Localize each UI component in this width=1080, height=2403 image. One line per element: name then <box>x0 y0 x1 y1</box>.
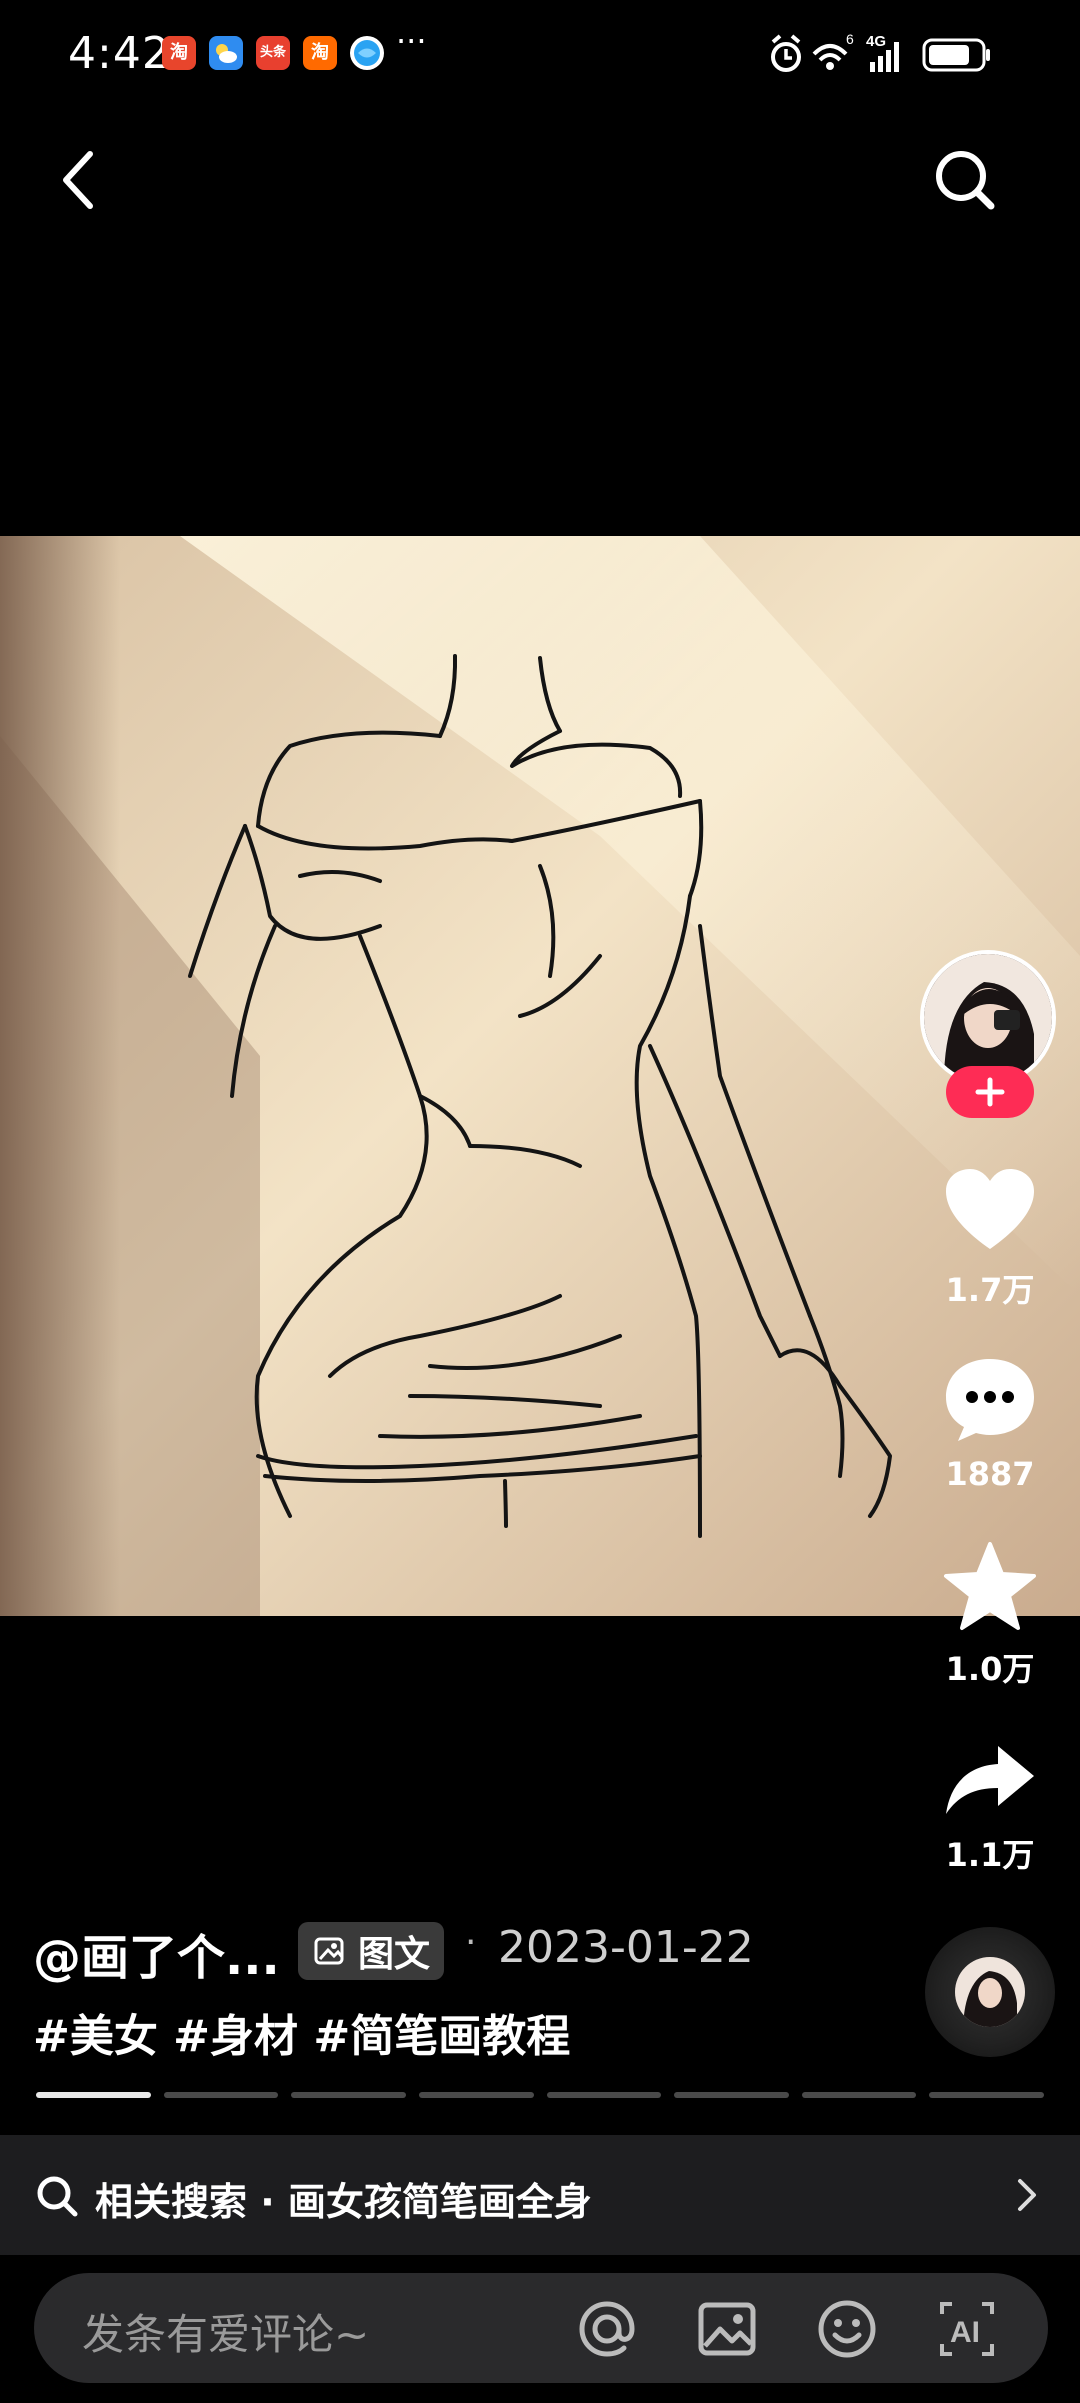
status-bar: 4:42 淘 头条 淘 ··· 6 4G <box>0 0 1080 110</box>
author-avatar-group <box>920 950 1060 1120</box>
search-icon <box>936 151 995 210</box>
comment-count: 1887 <box>945 1455 1035 1493</box>
ai-icon[interactable]: AI <box>936 2298 998 2360</box>
share-arrow-icon <box>946 1746 1034 1814</box>
screen: 4:42 淘 头条 淘 ··· 6 4G 1.7万 1887 1.0万 1.1万… <box>0 0 1080 2403</box>
progress-segment <box>36 2092 151 2098</box>
browser-icon <box>350 36 384 70</box>
system-status-icons: 6 4G <box>771 31 990 72</box>
post-date: 2023-01-22 <box>498 1922 754 1973</box>
chevron-right-icon <box>1018 2179 1036 2211</box>
progress-segment <box>163 2092 279 2098</box>
more-notifications: ··· <box>396 22 427 60</box>
toutiao-icon: 头条 <box>256 36 290 70</box>
comment-input-bar[interactable]: 发条有爱评论~ AI <box>34 2273 1048 2383</box>
comment-icon <box>946 1359 1034 1441</box>
back-button[interactable] <box>48 140 118 220</box>
progress-segment <box>674 2092 789 2098</box>
plus-icon <box>975 1077 1005 1107</box>
wifi-icon: 6 <box>812 31 854 70</box>
related-search-bar[interactable]: 相关搜索 · 画女孩简笔画全身 <box>0 2135 1080 2255</box>
music-cover <box>955 1957 1025 2027</box>
battery-icon <box>922 38 990 72</box>
line-drawing-illustration <box>0 536 1080 1616</box>
post-type-label: 图文 <box>358 1934 431 1975</box>
like-button[interactable]: 1.7万 <box>920 1165 1060 1311</box>
hashtags[interactable]: #美女 #身材 #简笔画教程 <box>33 2000 570 2064</box>
signal-icon: 4G <box>866 33 899 72</box>
separator: · <box>465 1922 477 1963</box>
image-icon[interactable] <box>696 2298 758 2360</box>
search-button[interactable] <box>925 140 1005 220</box>
image-progress-indicator <box>36 2092 1044 2098</box>
status-time: 4:42 <box>68 28 171 79</box>
svg-text:AI: AI <box>950 2316 980 2349</box>
follow-button[interactable] <box>946 1066 1034 1118</box>
author-name[interactable]: @画了个... <box>33 1918 280 1988</box>
taobao-icon: 淘 <box>162 36 196 70</box>
share-count: 1.1万 <box>945 1836 1035 1874</box>
music-disc[interactable] <box>925 1927 1055 2057</box>
favorite-button[interactable]: 1.0万 <box>920 1540 1060 1690</box>
favorite-count: 1.0万 <box>945 1650 1035 1688</box>
svg-text:4G: 4G <box>866 33 886 50</box>
heart-icon <box>946 1169 1034 1249</box>
taobao-icon-2: 淘 <box>303 36 337 70</box>
chevron-left-icon <box>63 151 93 209</box>
like-count: 1.7万 <box>945 1271 1035 1309</box>
search-icon <box>37 2176 78 2217</box>
post-image[interactable] <box>0 536 1080 1616</box>
progress-segment <box>929 2092 1044 2098</box>
post-type-badge: 图文 <box>298 1922 444 1980</box>
progress-segment <box>546 2092 662 2098</box>
emoji-icon[interactable] <box>816 2298 878 2360</box>
progress-segment <box>418 2092 534 2098</box>
comment-button[interactable]: 1887 <box>920 1355 1060 1493</box>
comment-input[interactable]: 发条有爱评论~ <box>82 2301 369 2362</box>
image-text-icon <box>314 1937 344 1965</box>
star-icon <box>944 1542 1036 1630</box>
share-button[interactable]: 1.1万 <box>920 1740 1060 1876</box>
related-search-text: 相关搜索 · 画女孩简笔画全身 <box>95 2180 592 2224</box>
svg-text:6: 6 <box>846 31 854 47</box>
mention-icon[interactable] <box>576 2298 638 2360</box>
alarm-icon <box>771 34 801 72</box>
weather-icon <box>209 36 243 70</box>
progress-segment <box>291 2092 406 2098</box>
progress-segment <box>801 2092 917 2098</box>
